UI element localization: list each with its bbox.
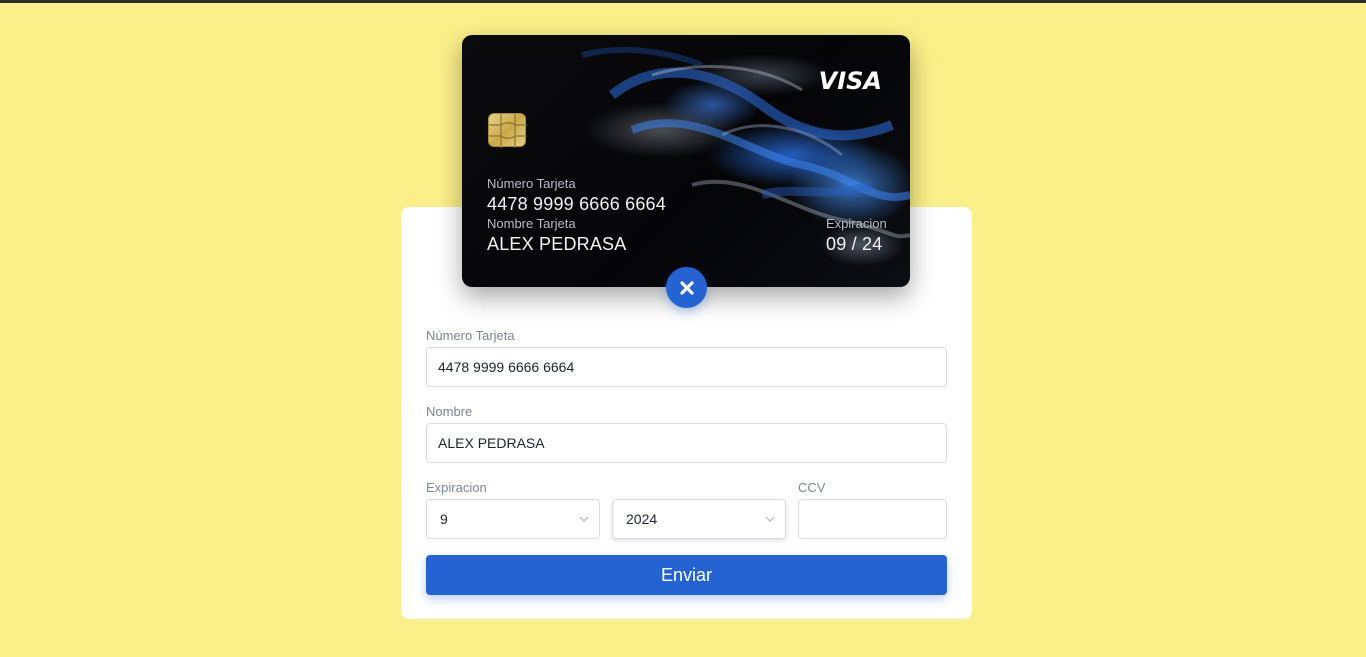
card-number: 4478 9999 6666 6664	[487, 194, 666, 214]
card-expiry-label: Expiracion	[826, 216, 887, 231]
chevron-down-icon	[579, 516, 589, 522]
credit-card-preview: VISA Número Tarjeta 4478 9999 6666 6664 …	[462, 35, 910, 287]
visa-logo: VISA	[818, 67, 882, 95]
year-select[interactable]: 2024	[612, 499, 786, 539]
card-number-label: Número Tarjeta	[487, 176, 576, 191]
card-number-input[interactable]: 4478 9999 6666 6664	[426, 347, 947, 387]
chevron-down-icon	[765, 516, 775, 522]
card-expiry: 09 / 24	[826, 234, 883, 254]
card-chip-icon	[488, 113, 527, 148]
ccv-input[interactable]	[798, 499, 947, 539]
name-input[interactable]: ALEX PEDRASA	[426, 423, 947, 463]
card-name-label: Nombre Tarjeta	[487, 216, 576, 231]
top-border	[0, 0, 1366, 3]
card-number-field-label: Número Tarjeta	[426, 328, 515, 343]
close-button[interactable]	[666, 267, 707, 308]
ccv-field-label: CCV	[798, 480, 826, 495]
card-holder-name: ALEX PEDRASA	[487, 234, 627, 254]
expiry-field-label: Expiracion	[426, 480, 487, 495]
submit-button[interactable]: Enviar	[426, 555, 947, 595]
month-select[interactable]: 9	[426, 499, 600, 539]
year-select-value: 2024	[626, 511, 658, 527]
close-icon	[679, 280, 694, 295]
month-select-value: 9	[440, 511, 448, 527]
name-field-label: Nombre	[426, 404, 473, 419]
